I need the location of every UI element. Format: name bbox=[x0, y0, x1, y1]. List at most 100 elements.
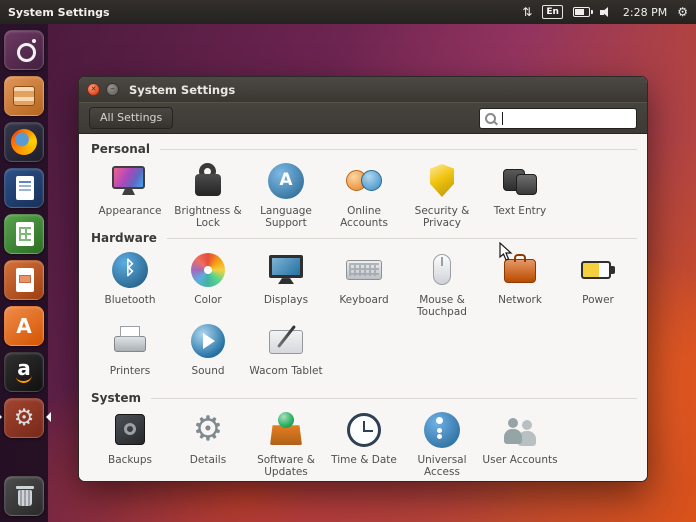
language-support-icon bbox=[266, 161, 306, 201]
close-button[interactable] bbox=[87, 83, 100, 96]
session-menu-icon[interactable] bbox=[677, 5, 688, 19]
wacom-tablet-icon bbox=[266, 321, 306, 361]
volume-icon[interactable] bbox=[599, 6, 613, 18]
setting-label: Backups bbox=[108, 454, 152, 467]
setting-language-support[interactable]: Language Support bbox=[247, 161, 325, 229]
security-privacy-icon bbox=[422, 161, 462, 201]
search-box[interactable] bbox=[479, 107, 637, 129]
section-title: System bbox=[91, 391, 141, 406]
keyboard-icon bbox=[344, 250, 384, 290]
setting-backups[interactable]: Backups bbox=[91, 410, 169, 478]
details-icon bbox=[188, 408, 228, 450]
setting-details[interactable]: Details bbox=[169, 408, 247, 478]
clock-indicator[interactable]: 2:28 PM bbox=[623, 6, 667, 19]
settings-grid: Backups Details Software & Updates Time & D… bbox=[91, 407, 643, 478]
menubar-app-title: System Settings bbox=[8, 5, 110, 19]
setting-label: Printers bbox=[109, 365, 151, 378]
online-accounts-icon bbox=[344, 161, 384, 201]
appearance-icon bbox=[110, 161, 150, 201]
section-system: System Backups Details Software & Updates Ti… bbox=[91, 390, 643, 478]
section-divider bbox=[160, 148, 637, 150]
setting-label: Color bbox=[194, 294, 222, 307]
setting-label: Appearance bbox=[98, 205, 162, 217]
setting-label: Displays bbox=[263, 294, 309, 307]
setting-label: Online Accounts bbox=[340, 205, 388, 230]
libreoffice-impress-icon[interactable] bbox=[4, 260, 44, 300]
text-input-switcher-icon[interactable] bbox=[522, 5, 532, 19]
mouse-touchpad-icon bbox=[422, 250, 462, 290]
backups-icon bbox=[110, 410, 150, 450]
setting-label: Language Support bbox=[260, 205, 312, 230]
libreoffice-writer-icon[interactable] bbox=[4, 168, 44, 208]
indicator-area: En 2:28 PM bbox=[522, 5, 688, 19]
setting-label: Bluetooth bbox=[104, 294, 156, 307]
libreoffice-calc-icon[interactable] bbox=[4, 214, 44, 254]
setting-appearance[interactable]: Appearance bbox=[91, 161, 169, 229]
settings-grid: Bluetooth Color Displays Keyboard Mouse & To… bbox=[91, 247, 643, 389]
bluetooth-icon bbox=[110, 250, 150, 290]
language-indicator[interactable]: En bbox=[542, 5, 563, 19]
setting-label: Mouse & Touchpad bbox=[417, 294, 467, 319]
universal-access-icon bbox=[422, 410, 462, 450]
firefox-icon[interactable] bbox=[4, 122, 44, 162]
setting-displays[interactable]: Displays bbox=[247, 250, 325, 318]
setting-label: Universal Access bbox=[417, 454, 467, 479]
amazon-icon[interactable] bbox=[4, 352, 44, 392]
setting-wacom-tablet[interactable]: Wacom Tablet bbox=[247, 321, 325, 389]
setting-color[interactable]: Color bbox=[169, 250, 247, 318]
setting-network[interactable]: Network bbox=[481, 250, 559, 318]
setting-label: Details bbox=[189, 454, 227, 467]
section-hardware: Hardware Bluetooth Color Displays Keyboard Mo… bbox=[91, 230, 643, 389]
setting-user-accounts[interactable]: User Accounts bbox=[481, 410, 559, 478]
network-icon bbox=[500, 250, 540, 290]
setting-time-date[interactable]: Time & Date bbox=[325, 410, 403, 478]
setting-label: Time & Date bbox=[331, 454, 397, 467]
setting-universal-access[interactable]: Universal Access bbox=[403, 410, 481, 478]
system-settings-icon[interactable] bbox=[0, 398, 51, 438]
setting-security-privacy[interactable]: Security & Privacy bbox=[403, 161, 481, 229]
system-settings-window: System Settings All Settings Personal App… bbox=[78, 76, 648, 482]
ubuntu-software-center-icon[interactable] bbox=[4, 306, 44, 346]
brightness-lock-icon bbox=[188, 161, 228, 201]
setting-printers[interactable]: Printers bbox=[91, 321, 169, 389]
setting-label: Brightness & Lock bbox=[174, 205, 242, 230]
window-toolbar: All Settings bbox=[79, 102, 647, 134]
files-icon[interactable] bbox=[4, 76, 44, 116]
user-accounts-icon bbox=[500, 410, 540, 450]
setting-mouse-touchpad[interactable]: Mouse & Touchpad bbox=[403, 250, 481, 318]
setting-label: Security & Privacy bbox=[414, 205, 470, 230]
setting-label: Text Entry bbox=[493, 205, 547, 217]
section-divider bbox=[166, 237, 637, 239]
trash-icon[interactable] bbox=[4, 476, 44, 516]
battery-icon[interactable] bbox=[572, 7, 593, 17]
top-menubar: System Settings En 2:28 PM bbox=[0, 0, 696, 24]
sound-icon bbox=[188, 321, 228, 361]
setting-sound[interactable]: Sound bbox=[169, 321, 247, 389]
displays-icon bbox=[266, 250, 306, 290]
setting-keyboard[interactable]: Keyboard bbox=[325, 250, 403, 318]
section-personal: Personal Appearance Brightness & Lock Langu… bbox=[91, 141, 643, 229]
printers-icon bbox=[110, 321, 150, 361]
focused-indicator bbox=[46, 412, 51, 422]
ubuntu-dash-icon[interactable] bbox=[4, 30, 44, 70]
section-divider bbox=[151, 397, 637, 399]
section-title: Personal bbox=[91, 142, 150, 156]
search-input[interactable] bbox=[503, 108, 631, 128]
minimize-button[interactable] bbox=[106, 83, 119, 96]
setting-brightness-lock[interactable]: Brightness & Lock bbox=[169, 161, 247, 229]
unity-launcher bbox=[0, 24, 51, 522]
setting-label: User Accounts bbox=[482, 454, 558, 467]
text-entry-icon bbox=[500, 161, 540, 201]
settings-content: Personal Appearance Brightness & Lock Langu… bbox=[79, 134, 647, 481]
software-updates-icon bbox=[266, 410, 306, 450]
window-title: System Settings bbox=[129, 82, 236, 97]
window-titlebar[interactable]: System Settings bbox=[79, 77, 647, 102]
setting-online-accounts[interactable]: Online Accounts bbox=[325, 161, 403, 229]
setting-power[interactable]: Power bbox=[559, 250, 637, 318]
setting-text-entry[interactable]: Text Entry bbox=[481, 161, 559, 229]
all-settings-button[interactable]: All Settings bbox=[89, 106, 174, 130]
setting-label: Wacom Tablet bbox=[249, 365, 323, 378]
setting-bluetooth[interactable]: Bluetooth bbox=[91, 250, 169, 318]
setting-label: Software & Updates bbox=[257, 454, 315, 479]
setting-software-updates[interactable]: Software & Updates bbox=[247, 410, 325, 478]
